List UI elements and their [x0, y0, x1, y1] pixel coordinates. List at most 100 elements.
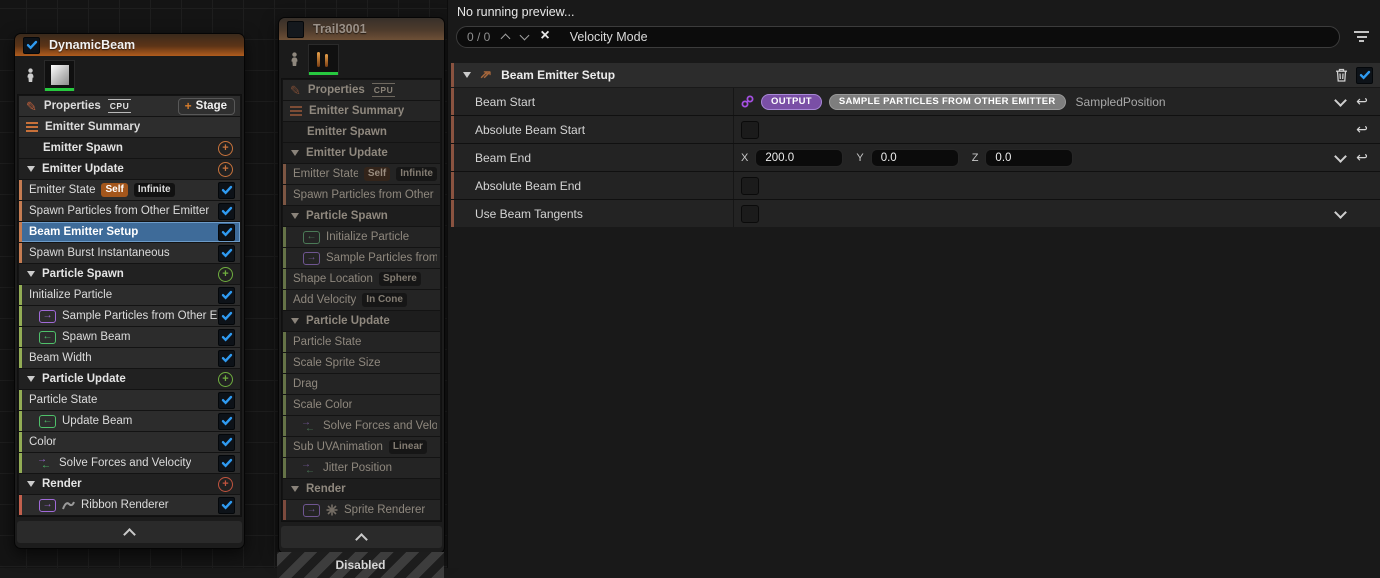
delete-module-button[interactable]: [1335, 68, 1348, 82]
add-module-button[interactable]: +: [218, 267, 233, 282]
module-enabled-checkbox[interactable]: [218, 350, 235, 367]
module-row[interactable]: Initialize Particle: [19, 285, 240, 305]
stack-group-row[interactable]: Emitter Update: [283, 143, 440, 163]
properties-row[interactable]: ✎PropertiesCPU: [283, 80, 440, 100]
module-badge[interactable]: Self: [364, 167, 390, 181]
module-row[interactable]: Beam Width: [19, 348, 240, 368]
detail-row[interactable]: Absolute Beam Start↩: [451, 116, 1380, 143]
module-row[interactable]: →Sample Particles from Other Emitter: [283, 248, 440, 268]
module-row[interactable]: →←Jitter Position: [283, 458, 440, 478]
emitter-thumbnail[interactable]: [44, 60, 75, 91]
module-badge[interactable]: Self: [101, 183, 127, 197]
search-next-icon[interactable]: [520, 31, 530, 41]
collapse-stack-button[interactable]: [17, 521, 242, 543]
collapse-stack-button[interactable]: [281, 526, 442, 548]
number-input[interactable]: 200.0: [755, 149, 843, 167]
reset-to-default-icon[interactable]: ↩: [1356, 151, 1368, 165]
module-badge[interactable]: Infinite: [134, 183, 175, 197]
add-module-button[interactable]: +: [218, 141, 233, 156]
emitter-summary-row[interactable]: Emitter Summary: [283, 101, 440, 121]
add-module-button[interactable]: +: [218, 372, 233, 387]
value-source-pill[interactable]: SAMPLE PARTICLES FROM OTHER EMITTER: [829, 94, 1066, 110]
number-input[interactable]: 0.0: [871, 149, 959, 167]
module-enabled-checkbox[interactable]: [218, 287, 235, 304]
search-clear-icon[interactable]: ×: [540, 28, 549, 44]
module-enabled-checkbox[interactable]: [218, 203, 235, 220]
chevron-down-icon[interactable]: [1334, 150, 1347, 163]
module-row[interactable]: Spawn Particles from Other Emitter: [19, 201, 240, 221]
module-row[interactable]: →←Solve Forces and Velocity: [283, 416, 440, 436]
stack-group-row[interactable]: Particle Update: [283, 311, 440, 331]
module-row[interactable]: →←Solve Forces and Velocity: [19, 453, 240, 473]
module-enabled-checkbox[interactable]: [218, 224, 235, 241]
details-section-header[interactable]: ↗↗ Beam Emitter Setup: [451, 63, 1380, 87]
module-enabled-checkbox[interactable]: [218, 329, 235, 346]
module-row[interactable]: Color: [19, 432, 240, 452]
module-row[interactable]: Beam Emitter Setup: [19, 222, 240, 242]
collapse-triangle-icon[interactable]: [27, 481, 35, 487]
module-enabled-checkbox[interactable]: [218, 182, 235, 199]
stack-group-row[interactable]: Render+: [19, 474, 240, 494]
module-row[interactable]: Particle State: [19, 390, 240, 410]
chevron-down-icon[interactable]: [1334, 206, 1347, 219]
module-row[interactable]: ←Spawn Beam: [19, 327, 240, 347]
detail-row[interactable]: Beam StartOUTPUTSAMPLE PARTICLES FROM OT…: [451, 88, 1380, 115]
collapse-triangle-icon[interactable]: [27, 376, 35, 382]
module-enabled-checkbox[interactable]: [218, 245, 235, 262]
expand-triangle-icon[interactable]: [463, 72, 471, 78]
properties-row[interactable]: ✎PropertiesCPU+Stage: [19, 96, 240, 116]
module-row[interactable]: →Sample Particles from Other Emitter: [19, 306, 240, 326]
search-prev-icon[interactable]: [501, 34, 511, 44]
add-module-button[interactable]: +: [218, 162, 233, 177]
module-row[interactable]: Emitter StateSelfInfinite: [19, 180, 240, 200]
emitter-enabled-checkbox[interactable]: [23, 37, 40, 54]
emitter-thumbnail[interactable]: [308, 44, 339, 75]
module-row[interactable]: →Ribbon Renderer: [19, 495, 240, 515]
module-row[interactable]: →Sprite Renderer: [283, 500, 440, 520]
collapse-triangle-icon[interactable]: [291, 318, 299, 324]
module-enabled-checkbox[interactable]: [218, 455, 235, 472]
collapse-triangle-icon[interactable]: [291, 213, 299, 219]
module-enabled-checkbox[interactable]: [218, 413, 235, 430]
emitter-node-trail3001[interactable]: Trail3001✎PropertiesCPUEmitter SummaryEm…: [278, 17, 445, 554]
module-badge[interactable]: In Cone: [362, 293, 407, 307]
stack-group-row[interactable]: Particle Spawn: [283, 206, 440, 226]
module-badge[interactable]: Infinite: [396, 167, 437, 181]
number-input[interactable]: 0.0: [985, 149, 1073, 167]
module-enabled-checkbox[interactable]: [218, 434, 235, 451]
module-row[interactable]: Spawn Particles from Other Emitter: [283, 185, 440, 205]
property-checkbox[interactable]: [741, 205, 759, 223]
collapse-triangle-icon[interactable]: [291, 150, 299, 156]
property-checkbox[interactable]: [741, 177, 759, 195]
stack-group-row[interactable]: Emitter Update+: [19, 159, 240, 179]
add-module-button[interactable]: +: [218, 477, 233, 492]
node-graph-canvas[interactable]: DynamicBeam✎PropertiesCPU+StageEmitter S…: [0, 0, 447, 568]
module-row[interactable]: Particle State: [283, 332, 440, 352]
module-row[interactable]: Scale Color: [283, 395, 440, 415]
collapse-triangle-icon[interactable]: [291, 486, 299, 492]
module-badge[interactable]: Linear: [389, 440, 427, 454]
module-enabled-checkbox[interactable]: [218, 308, 235, 325]
detail-row[interactable]: Beam EndX200.0Y0.0Z0.0↩: [451, 144, 1380, 171]
add-stage-button[interactable]: +Stage: [178, 98, 235, 115]
collapse-triangle-icon[interactable]: [27, 166, 35, 172]
stack-group-row[interactable]: Render: [283, 479, 440, 499]
emitter-node-dynamicbeam[interactable]: DynamicBeam✎PropertiesCPU+StageEmitter S…: [14, 33, 245, 549]
module-badge[interactable]: Sphere: [379, 272, 421, 286]
module-row[interactable]: Shape LocationSphere: [283, 269, 440, 289]
detail-row[interactable]: Absolute Beam End: [451, 172, 1380, 199]
module-row[interactable]: ←Update Beam: [19, 411, 240, 431]
collapse-triangle-icon[interactable]: [27, 271, 35, 277]
filter-icon[interactable]: [1354, 31, 1369, 42]
module-row[interactable]: Add VelocityIn Cone: [283, 290, 440, 310]
emitter-enabled-checkbox[interactable]: [287, 21, 304, 38]
module-row[interactable]: ←Initialize Particle: [283, 227, 440, 247]
module-row[interactable]: Emitter StateSelfInfinite: [283, 164, 440, 184]
module-row[interactable]: Sub UVAnimationLinear: [283, 437, 440, 457]
stack-group-row[interactable]: Particle Update+: [19, 369, 240, 389]
module-row[interactable]: Drag: [283, 374, 440, 394]
stack-group-row[interactable]: Particle Spawn+: [19, 264, 240, 284]
reset-to-default-icon[interactable]: ↩: [1356, 123, 1368, 137]
emitter-header[interactable]: DynamicBeam: [15, 34, 244, 56]
stack-group-row[interactable]: Emitter Spawn: [283, 122, 440, 142]
